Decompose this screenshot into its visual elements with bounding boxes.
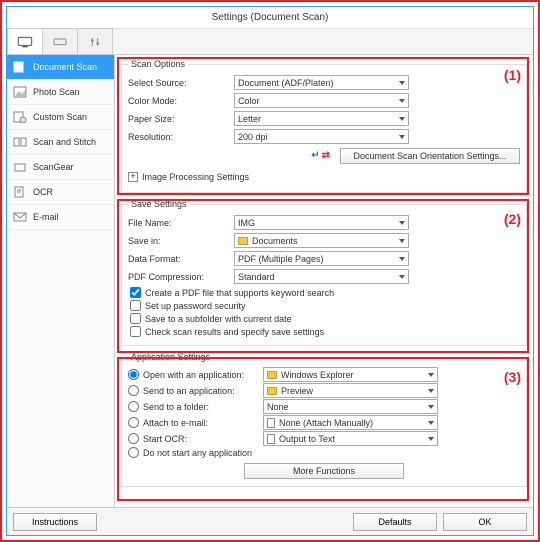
send-to-folder-radio[interactable]: [128, 401, 139, 412]
keyword-search-checkbox[interactable]: [130, 287, 141, 298]
photo-icon: [13, 86, 27, 98]
send-to-app-radio[interactable]: [128, 385, 139, 396]
annotation-number-1: (1): [504, 67, 521, 83]
subfolder-date-checkbox[interactable]: [130, 313, 141, 324]
image-processing-label: Image Processing Settings: [142, 172, 249, 182]
open-with-app-dropdown[interactable]: Windows Explorer: [263, 367, 438, 382]
folder-icon: [267, 387, 277, 395]
application-settings-legend: Application Settings: [128, 352, 213, 362]
titlebar: Settings (Document Scan): [7, 7, 533, 29]
start-ocr-dropdown[interactable]: Output to Text: [263, 431, 438, 446]
main-panel: Scan Options Select Source:Document (ADF…: [115, 55, 533, 507]
folder-icon: [267, 371, 277, 379]
stitch-icon: [13, 136, 27, 148]
tab-scan-from-panel[interactable]: [42, 28, 78, 54]
defaults-button[interactable]: Defaults: [353, 513, 437, 531]
settings-window: Settings (Document Scan) Document Scan P…: [6, 6, 534, 536]
sidebar-item-ocr[interactable]: OCR: [7, 180, 114, 205]
save-settings-legend: Save Settings: [128, 199, 190, 209]
send-to-folder-dropdown[interactable]: None: [263, 399, 438, 414]
page-icon: [267, 434, 275, 444]
start-ocr-radio[interactable]: [128, 433, 139, 444]
select-source-label: Select Source:: [128, 78, 234, 88]
document-icon: [13, 61, 27, 73]
color-mode-label: Color Mode:: [128, 96, 234, 106]
open-with-app-radio[interactable]: [128, 369, 139, 380]
sidebar-item-scan-stitch[interactable]: Scan and Stitch: [7, 130, 114, 155]
window-title: Settings (Document Scan): [212, 12, 329, 23]
attach-email-dropdown[interactable]: None (Attach Manually): [263, 415, 438, 430]
application-settings-group: Application Settings Open with an applic…: [121, 352, 527, 487]
data-format-dropdown[interactable]: PDF (Multiple Pages): [234, 251, 409, 266]
check-results-checkbox[interactable]: [130, 326, 141, 337]
color-mode-dropdown[interactable]: Color: [234, 93, 409, 108]
email-icon: [13, 211, 27, 223]
password-security-checkbox[interactable]: [130, 300, 141, 311]
tab-scan-from-computer[interactable]: [7, 28, 43, 54]
data-format-label: Data Format:: [128, 254, 234, 264]
sidebar: Document Scan Photo Scan Custom Scan Sca…: [7, 55, 115, 507]
select-source-dropdown[interactable]: Document (ADF/Platen): [234, 75, 409, 90]
sidebar-item-custom-scan[interactable]: Custom Scan: [7, 105, 114, 130]
resolution-label: Resolution:: [128, 132, 234, 142]
paper-size-label: Paper Size:: [128, 114, 234, 124]
orientation-settings-button[interactable]: Document Scan Orientation Settings...: [340, 148, 520, 164]
sidebar-item-photo-scan[interactable]: Photo Scan: [7, 80, 114, 105]
ok-button[interactable]: OK: [443, 513, 527, 531]
pdf-compression-label: PDF Compression:: [128, 272, 234, 282]
save-settings-group: Save Settings File Name:IMG Save in:Docu…: [121, 199, 527, 346]
scan-options-group: Scan Options Select Source:Document (ADF…: [121, 59, 527, 193]
sidebar-item-email[interactable]: E-mail: [7, 205, 114, 230]
instructions-button[interactable]: Instructions: [13, 513, 97, 531]
resolution-dropdown[interactable]: 200 dpi: [234, 129, 409, 144]
paper-size-dropdown[interactable]: Letter: [234, 111, 409, 126]
page-icon: [267, 418, 275, 428]
top-tabbar: [7, 29, 533, 55]
do-not-start-radio[interactable]: [128, 447, 139, 458]
save-in-label: Save in:: [128, 236, 234, 246]
footer: Instructions Defaults OK: [7, 507, 533, 535]
sidebar-item-scangear[interactable]: ScanGear: [7, 155, 114, 180]
attach-email-radio[interactable]: [128, 417, 139, 428]
file-name-label: File Name:: [128, 218, 234, 228]
more-functions-button[interactable]: More Functions: [244, 463, 404, 479]
folder-icon: [238, 237, 248, 245]
pdf-compression-dropdown[interactable]: Standard: [234, 269, 409, 284]
scangear-icon: [13, 161, 27, 173]
send-to-app-dropdown[interactable]: Preview: [263, 383, 438, 398]
annotation-number-3: (3): [504, 369, 521, 385]
scan-options-legend: Scan Options: [128, 59, 188, 69]
ocr-icon: [13, 186, 27, 198]
custom-icon: [13, 111, 27, 123]
annotation-number-2: (2): [504, 211, 521, 227]
tab-general-settings[interactable]: [77, 28, 113, 54]
orientation-swap-icon[interactable]: ↵⇄: [311, 150, 330, 161]
save-in-dropdown[interactable]: Documents: [234, 233, 409, 248]
expand-image-processing-button[interactable]: +: [128, 172, 138, 182]
file-name-combo[interactable]: IMG: [234, 215, 409, 230]
sidebar-item-document-scan[interactable]: Document Scan: [7, 55, 114, 80]
